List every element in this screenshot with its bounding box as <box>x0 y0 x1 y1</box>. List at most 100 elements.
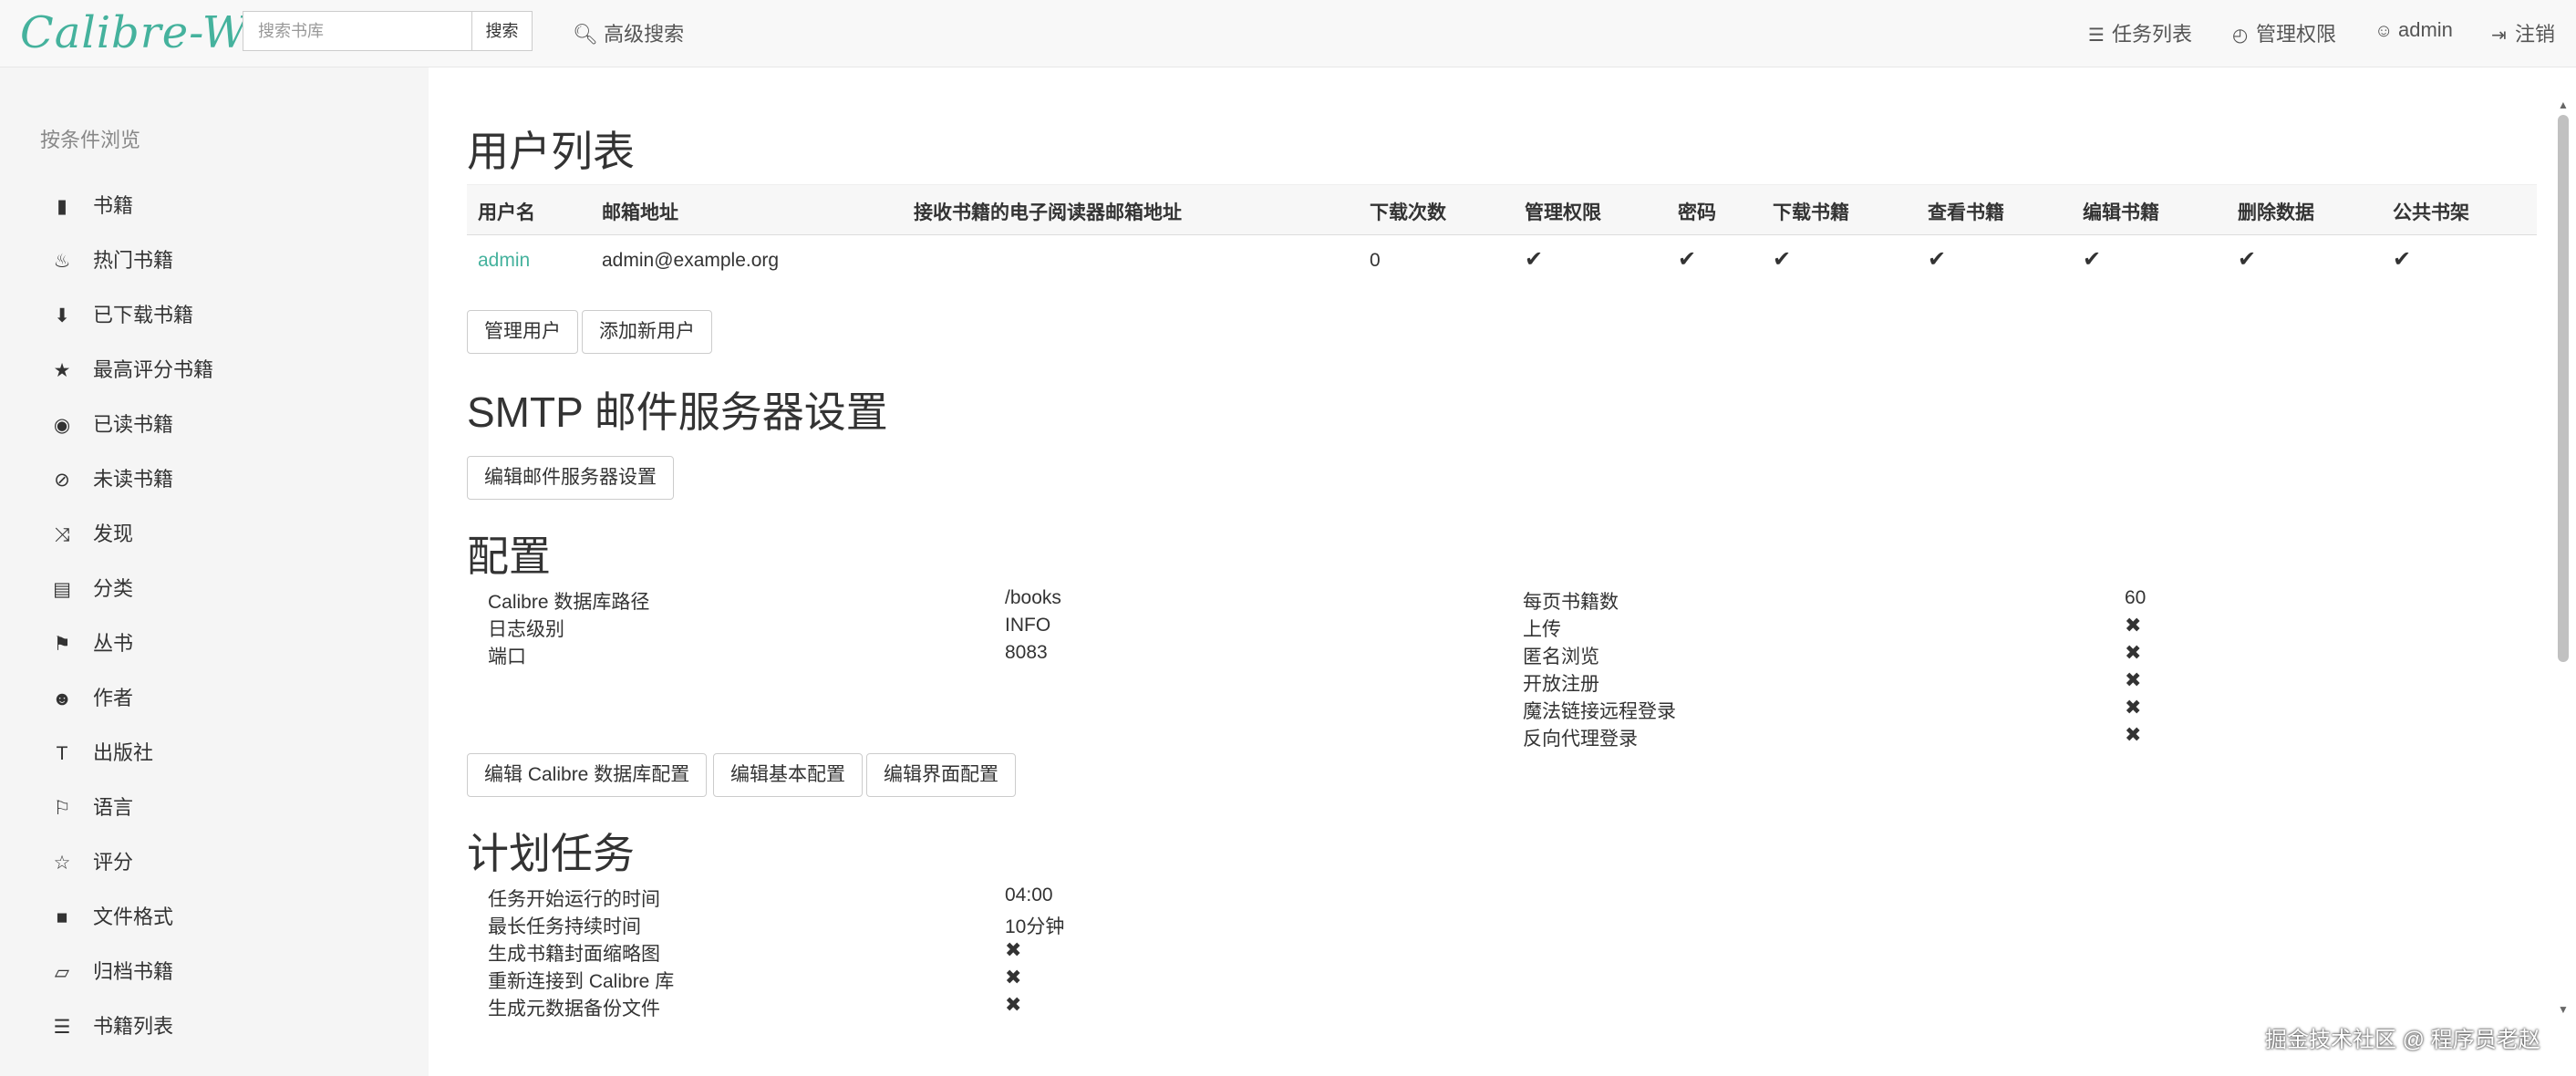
inbox-icon: ▤ <box>53 579 71 600</box>
cross-icon: ✖ <box>2125 641 2142 664</box>
sidebar-item-read[interactable]: ◉ 已读书籍 <box>51 409 173 445</box>
sidebar-item-label: 丛书 <box>93 632 134 655</box>
list-icon: ☰ <box>53 1017 71 1038</box>
sidebar-item-languages[interactable]: ⚐ 语言 <box>51 791 133 828</box>
user-email: admin@example.org <box>602 250 780 271</box>
top-navbar: Calibre-Web 搜索书库 搜索 🔍︎ 高级搜索 ☰ 任务列表 ◴ 管理权限 … <box>0 0 2576 67</box>
sidebar-item-downloaded[interactable]: ⬇ 已下载书籍 <box>51 299 193 336</box>
sidebar-item-label: 作者 <box>93 687 134 709</box>
footer-watermark: 掘金技术社区 @ 程序员老赵 <box>2265 1028 2540 1052</box>
logout-icon: ⇥ <box>2491 26 2507 46</box>
tasks-link[interactable]: ☰ 任务列表 <box>2088 18 2192 47</box>
sidebar-item-publishers[interactable]: T 出版社 <box>51 737 153 773</box>
sidebar-item-formats[interactable]: ■ 文件格式 <box>51 901 173 937</box>
cross-icon: ✖ <box>1005 938 1022 961</box>
users-title: 用户列表 <box>467 128 635 175</box>
tasks-label: 任务列表 <box>2112 23 2193 46</box>
sidebar-item-archived[interactable]: ▱ 归档书籍 <box>51 956 173 992</box>
sidebar-item-discover[interactable]: ⤨ 发现 <box>51 518 133 554</box>
edit-basic-config-button[interactable]: 编辑基本配置 <box>713 753 863 797</box>
check-icon: ✔ <box>1928 247 1947 272</box>
sidebar-item-label: 出版社 <box>93 741 154 764</box>
admin-settings-link[interactable]: ◴ 管理权限 <box>2232 18 2336 47</box>
advanced-search-link[interactable]: 🔍︎ 高级搜索 <box>573 18 684 47</box>
task-label: 生成元数据备份文件 <box>488 998 660 1019</box>
sidebar-item-label: 语言 <box>93 796 134 819</box>
sidebar-item-hot[interactable]: ♨ 热门书籍 <box>51 244 173 281</box>
sidebar-item-label: 分类 <box>93 577 134 600</box>
sidebar-item-top-rated[interactable]: ★ 最高评分书籍 <box>51 354 213 390</box>
advanced-search-label: 高级搜索 <box>604 23 685 46</box>
config-value: 8083 <box>1005 642 1048 663</box>
config-label: 上传 <box>1523 619 1561 640</box>
add-user-button[interactable]: 添加新用户 <box>582 310 712 354</box>
config-title: 配置 <box>467 533 551 580</box>
sidebar-item-label: 未读书籍 <box>93 468 174 491</box>
sidebar-item-book-list[interactable]: ☰ 书籍列表 <box>51 1010 173 1038</box>
scrollbar-thumb[interactable] <box>2558 115 2569 662</box>
user-icon: ☻ <box>51 688 73 709</box>
flag-icon: ⚐ <box>53 798 71 819</box>
sidebar-item-label: 归档书籍 <box>93 960 174 983</box>
edit-smtp-button[interactable]: 编辑邮件服务器设置 <box>467 456 674 500</box>
task-label: 最长任务持续时间 <box>488 916 641 937</box>
sidebar-item-label: 书籍列表 <box>93 1015 174 1038</box>
col-delete: 删除数据 <box>2238 202 2314 223</box>
col-admin: 管理权限 <box>1525 202 1601 223</box>
config-value: INFO <box>1005 615 1051 636</box>
col-email: 邮箱地址 <box>602 202 678 223</box>
task-label: 重新连接到 Calibre 库 <box>488 971 675 992</box>
sidebar-item-label: 已下载书籍 <box>93 304 194 326</box>
config-label: 反向代理登录 <box>1523 729 1638 750</box>
star-icon: ★ <box>53 360 71 381</box>
col-username: 用户名 <box>478 202 535 223</box>
user-icon: ☺ <box>2374 21 2394 41</box>
text-size-icon: T <box>56 743 68 764</box>
manage-users-button[interactable]: 管理用户 <box>467 310 578 354</box>
user-profile-link[interactable]: ☺ admin <box>2374 18 2453 42</box>
sidebar-item-authors[interactable]: ☻ 作者 <box>51 682 133 719</box>
user-table-header: 用户名 邮箱地址 接收书籍的电子阅读器邮箱地址 下载次数 管理权限 密码 下载书… <box>467 184 2537 235</box>
edit-db-config-button[interactable]: 编辑 Calibre 数据库配置 <box>467 753 708 797</box>
search-button[interactable]: 搜索 <box>471 11 533 51</box>
scroll-up-arrow[interactable]: ▲ <box>2557 98 2570 111</box>
check-icon: ✔ <box>1678 247 1697 272</box>
check-icon: ✔ <box>2393 247 2412 272</box>
logout-link[interactable]: ⇥ 注销 <box>2491 18 2555 47</box>
admin-settings-label: 管理权限 <box>2256 23 2337 46</box>
sidebar-item-unread[interactable]: ⊘ 未读书籍 <box>51 463 173 500</box>
eye-slash-icon: ⊘ <box>54 470 70 491</box>
folder-open-icon: ▱ <box>54 962 70 983</box>
col-edit: 编辑书籍 <box>2083 202 2159 223</box>
tasks-icon: ☰ <box>2088 26 2105 46</box>
fire-icon: ♨ <box>53 251 71 272</box>
task-label: 生成书籍封面缩略图 <box>488 944 660 965</box>
logout-label: 注销 <box>2515 23 2556 46</box>
sidebar-item-categories[interactable]: ▤ 分类 <box>51 573 133 609</box>
edit-ui-config-button[interactable]: 编辑界面配置 <box>866 753 1016 797</box>
config-value: 60 <box>2125 587 2147 608</box>
search-input[interactable]: 搜索书库 <box>243 11 472 51</box>
user-label: admin <box>2398 18 2453 41</box>
task-value: 04:00 <box>1005 885 1053 905</box>
cross-icon: ✖ <box>2125 668 2142 691</box>
sidebar-item-label: 文件格式 <box>93 905 174 928</box>
sidebar: 按条件浏览 ▮ 书籍 ♨ 热门书籍 ⬇ 已下载书籍 ★ 最高评分书籍 ◉ 已读书籍 ⊘ 未读… <box>0 67 429 1076</box>
sidebar-item-label: 热门书籍 <box>93 249 174 272</box>
sidebar-title: 按条件浏览 <box>40 129 141 151</box>
user-link-admin[interactable]: admin <box>478 250 530 272</box>
col-downloads: 下载次数 <box>1370 202 1446 223</box>
scroll-down-arrow[interactable]: ▼ <box>2557 1003 2570 1016</box>
check-icon: ✔ <box>2083 247 2102 272</box>
sidebar-item-books[interactable]: ▮ 书籍 <box>51 190 133 226</box>
main-content: 用户列表 用户名 邮箱地址 接收书籍的电子阅读器邮箱地址 下载次数 管理权限 密… <box>429 67 2544 1076</box>
config-label: 每页书籍数 <box>1523 592 1619 613</box>
sidebar-item-series[interactable]: ⚑ 丛书 <box>51 627 133 664</box>
config-label: Calibre 数据库路径 <box>488 592 650 613</box>
col-public-shelf: 公共书架 <box>2393 202 2469 223</box>
config-label: 端口 <box>488 647 526 667</box>
config-label: 匿名浏览 <box>1523 647 1599 667</box>
config-label: 魔法链接远程登录 <box>1523 701 1676 722</box>
sidebar-item-ratings[interactable]: ☆ 评分 <box>51 846 133 883</box>
config-label: 开放注册 <box>1523 674 1599 695</box>
